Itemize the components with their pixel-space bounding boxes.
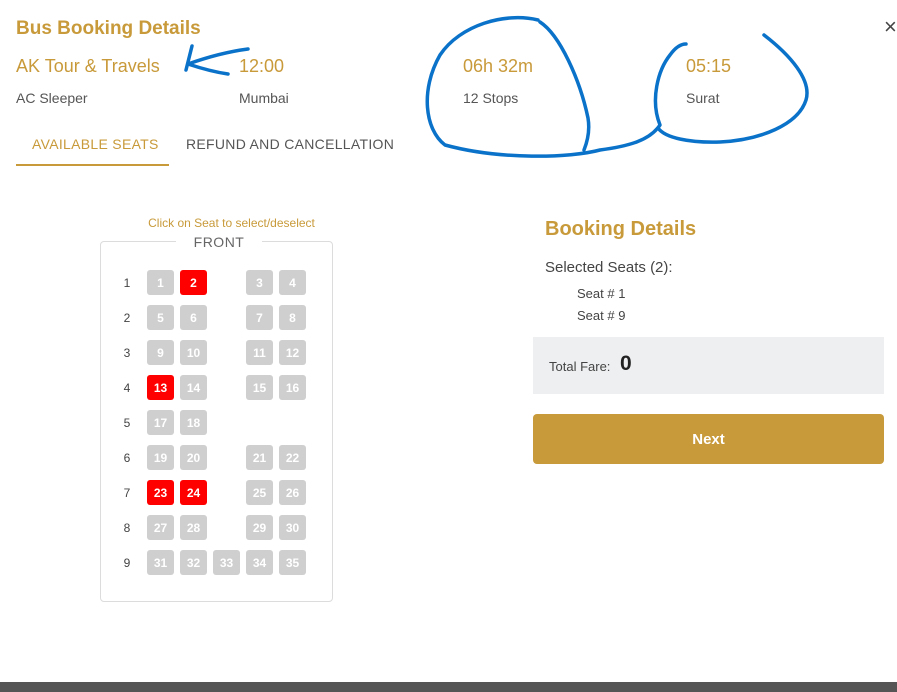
annotation-circle-icon (656, 33, 809, 144)
departure-time: 12:00 (239, 56, 285, 76)
seat-16[interactable]: 16 (279, 375, 306, 400)
selected-seats-label: Selected Seats (2): (545, 259, 673, 276)
seat-21[interactable]: 21 (246, 445, 273, 470)
seat-14[interactable]: 14 (180, 375, 207, 400)
seat-10[interactable]: 10 (180, 340, 207, 365)
selected-seat-item: Seat # 1 (577, 286, 626, 301)
tab-refund-cancellation[interactable]: REFUND AND CANCELLATION (186, 136, 394, 152)
active-tab-indicator (16, 164, 169, 166)
annotation-arrow-icon (184, 44, 194, 72)
seat-34[interactable]: 34 (246, 550, 273, 575)
row-label: 8 (123, 521, 131, 535)
seat-31[interactable]: 31 (147, 550, 174, 575)
seat-28[interactable]: 28 (180, 515, 207, 540)
seat-19[interactable]: 19 (147, 445, 174, 470)
row-label: 1 (123, 276, 131, 290)
seat-27[interactable]: 27 (147, 515, 174, 540)
row-label: 5 (123, 416, 131, 430)
seat-30[interactable]: 30 (279, 515, 306, 540)
row-label: 4 (123, 381, 131, 395)
seat-32[interactable]: 32 (180, 550, 207, 575)
seat-select-hint: Click on Seat to select/deselect (148, 216, 315, 230)
seat-24[interactable]: 24 (180, 480, 207, 505)
bus-type: AC Sleeper (16, 90, 88, 106)
booking-details-title: Booking Details (545, 218, 697, 240)
annotation-circle-icon (538, 20, 591, 152)
seat-29[interactable]: 29 (246, 515, 273, 540)
row-label: 3 (123, 346, 131, 360)
seat-26[interactable]: 26 (279, 480, 306, 505)
row-label: 2 (123, 311, 131, 325)
trip-duration: 06h 32m (463, 56, 534, 76)
seat-17[interactable]: 17 (147, 410, 174, 435)
front-label: FRONT (176, 234, 262, 250)
seat-13[interactable]: 13 (147, 375, 174, 400)
seat-4[interactable]: 4 (279, 270, 306, 295)
row-label: 9 (123, 556, 131, 570)
selected-seat-item: Seat # 9 (577, 308, 626, 323)
total-fare-label: Total Fare: (549, 359, 611, 374)
seat-6[interactable]: 6 (180, 305, 207, 330)
seat-35[interactable]: 35 (279, 550, 306, 575)
seat-11[interactable]: 11 (246, 340, 273, 365)
seat-12[interactable]: 12 (279, 340, 306, 365)
seat-18[interactable]: 18 (180, 410, 207, 435)
seat-23[interactable]: 23 (147, 480, 174, 505)
arrival-time: 05:15 (686, 56, 732, 76)
seat-33[interactable]: 33 (213, 550, 240, 575)
seat-22[interactable]: 22 (279, 445, 306, 470)
seat-1[interactable]: 1 (147, 270, 174, 295)
operator-name: AK Tour & Travels (16, 56, 160, 76)
seat-8[interactable]: 8 (279, 305, 306, 330)
row-label: 6 (123, 451, 131, 465)
footer-bar (0, 682, 897, 692)
stops-count: 12 Stops (463, 90, 519, 106)
next-button[interactable]: Next (533, 414, 884, 464)
row-label: 7 (123, 486, 131, 500)
seat-2[interactable]: 2 (180, 270, 207, 295)
tab-available-seats[interactable]: AVAILABLE SEATS (32, 136, 159, 152)
arrival-city: Surat (686, 90, 720, 106)
departure-city: Mumbai (239, 90, 289, 106)
seat-3[interactable]: 3 (246, 270, 273, 295)
seat-5[interactable]: 5 (147, 305, 174, 330)
total-fare-value: 0 (620, 352, 632, 375)
seat-9[interactable]: 9 (147, 340, 174, 365)
modal-title: Bus Booking Details (16, 18, 201, 39)
seat-25[interactable]: 25 (246, 480, 273, 505)
close-icon[interactable]: × (884, 14, 897, 40)
seat-7[interactable]: 7 (246, 305, 273, 330)
seat-15[interactable]: 15 (246, 375, 273, 400)
annotation-circle-icon (425, 15, 688, 158)
seat-20[interactable]: 20 (180, 445, 207, 470)
